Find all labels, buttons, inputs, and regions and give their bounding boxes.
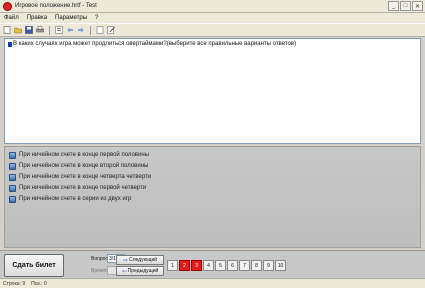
- menu-settings[interactable]: Параметры: [55, 15, 87, 21]
- prev-label: Предыдущий: [127, 268, 159, 274]
- answer-label: При ничейном счете в серии из двух игр: [19, 196, 132, 202]
- question-number-button[interactable]: 1: [167, 260, 178, 271]
- status-bar: Строка: 9 Поз.: 0: [0, 278, 425, 288]
- answer-option[interactable]: При ничейном счете в конце первой четвер…: [5, 183, 420, 193]
- question-number-button[interactable]: 6: [227, 260, 238, 271]
- answer-option[interactable]: При ничейном счете в конце четверта четв…: [5, 172, 420, 182]
- checkbox-icon[interactable]: [9, 173, 16, 181]
- close-button[interactable]: ✕: [412, 1, 423, 11]
- time-label: Время:: [91, 268, 108, 274]
- save-icon[interactable]: [25, 26, 33, 34]
- status-row: Строка: 9: [3, 280, 26, 287]
- answer-label: При ничейном счете в конце первой полови…: [19, 152, 149, 158]
- toolbar-separator: [90, 25, 91, 35]
- window-title: Игровое положение.hrtf - Test: [15, 3, 97, 9]
- question-number-button[interactable]: 2: [179, 260, 190, 271]
- undo-icon[interactable]: [66, 26, 74, 34]
- edit-icon[interactable]: [107, 26, 115, 34]
- print-icon[interactable]: [36, 26, 44, 34]
- question-number-button[interactable]: 9: [263, 260, 274, 271]
- new-file-icon[interactable]: [3, 26, 11, 34]
- checkbox-icon[interactable]: [9, 195, 16, 203]
- menu-file[interactable]: Файл: [4, 15, 19, 21]
- question-number-button[interactable]: 7: [239, 260, 250, 271]
- question-text: В каких случаях игра может продлиться ов…: [8, 41, 417, 47]
- previous-question-button[interactable]: ⇦ Предыдущий: [116, 266, 164, 276]
- status-position: Поз.: 0: [31, 280, 47, 287]
- answer-option[interactable]: При ничейном счете в конце первой полови…: [5, 150, 420, 160]
- answer-label: При ничейном счете в конце второй полови…: [19, 163, 149, 169]
- window-controls: _ □ ✕: [388, 1, 423, 11]
- submit-ticket-button[interactable]: Сдать билет: [4, 254, 64, 277]
- checkbox-icon[interactable]: [9, 184, 16, 192]
- question-number-button[interactable]: 3: [191, 260, 202, 271]
- checkbox-icon[interactable]: [9, 162, 16, 170]
- menu-help[interactable]: ?: [95, 15, 98, 21]
- document-icon[interactable]: [96, 26, 104, 34]
- answer-option[interactable]: При ничейном счете в серии из двух игр: [5, 194, 420, 204]
- text-cursor-icon: [8, 41, 12, 47]
- arrow-right-icon: ⇨: [122, 257, 128, 264]
- next-question-button[interactable]: ⇨ Следующий: [116, 255, 164, 265]
- minimize-button[interactable]: _: [388, 1, 399, 11]
- answer-label: При ничейном счете в конце первой четвер…: [19, 185, 147, 191]
- toolbar-separator: [49, 25, 50, 35]
- question-number-button[interactable]: 4: [203, 260, 214, 271]
- toolbar: [0, 23, 425, 37]
- checkbox-icon[interactable]: [9, 151, 16, 159]
- redo-icon[interactable]: [77, 26, 85, 34]
- list-icon[interactable]: [55, 26, 63, 34]
- answer-option[interactable]: При ничейном счете в конце второй полови…: [5, 161, 420, 171]
- next-label: Следующий: [128, 257, 158, 263]
- answers-pane: При ничейном счете в конце первой полови…: [4, 146, 421, 248]
- maximize-button[interactable]: □: [400, 1, 411, 11]
- bottom-panel: Сдать билет Вопрос №: 3/10 Время: ⇨ След…: [0, 250, 425, 278]
- answer-label: При ничейном счете в конце четверта четв…: [19, 174, 152, 180]
- menu-bar: Файл Правка Параметры ?: [0, 13, 425, 23]
- question-number-strip: 1 2 3 4 5 6 7 8 9 10: [167, 260, 286, 271]
- open-folder-icon[interactable]: [14, 26, 22, 34]
- arrow-left-icon: ⇦: [121, 268, 127, 275]
- title-bar: Игровое положение.hrtf - Test _ □ ✕: [0, 0, 425, 13]
- menu-edit[interactable]: Правка: [27, 15, 47, 21]
- question-pane: В каких случаях игра может продлиться ов…: [4, 38, 421, 144]
- question-number-button[interactable]: 5: [215, 260, 226, 271]
- question-label: В каких случаях игра может продлиться ов…: [13, 41, 297, 47]
- question-number-button[interactable]: 10: [275, 260, 286, 271]
- app-icon: [3, 1, 12, 11]
- question-number-button[interactable]: 8: [251, 260, 262, 271]
